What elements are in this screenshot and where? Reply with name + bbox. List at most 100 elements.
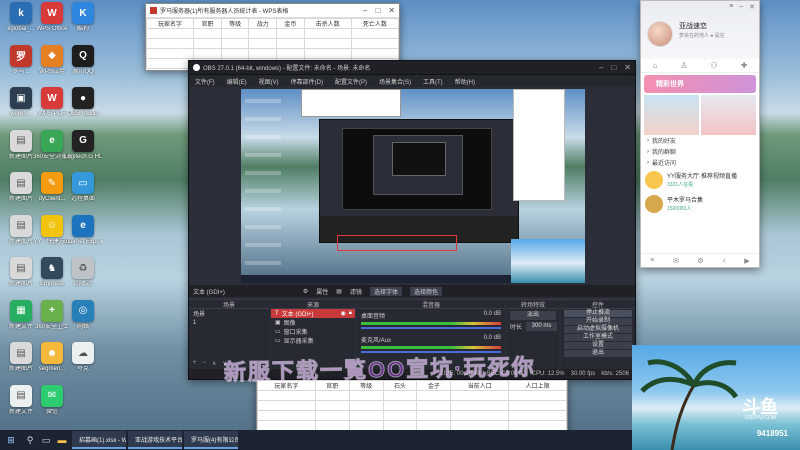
obs-menu-item[interactable]: 视图(V) <box>259 77 279 86</box>
scene-item[interactable]: 1 <box>189 318 269 327</box>
taskbar-app[interactable]: 招募画(1).xlsx - W... <box>72 431 126 449</box>
table-cell[interactable] <box>348 400 384 411</box>
table-cell[interactable] <box>257 410 316 421</box>
desktop-icon[interactable]: ✉ 微信 <box>33 384 71 427</box>
column-header[interactable]: 战力 <box>248 18 278 29</box>
source-item[interactable]: ▭ 显示器采集 <box>271 336 355 345</box>
table-cell[interactable] <box>382 400 418 411</box>
desktop-icon[interactable]: ◎ 网络 <box>64 299 102 342</box>
source-item[interactable]: ▭ 窗口采集 <box>271 327 355 336</box>
music-icon[interactable]: ♪ <box>722 257 726 264</box>
table-cell[interactable] <box>145 28 195 39</box>
table-cell[interactable] <box>220 28 250 39</box>
table-cell[interactable] <box>276 28 305 39</box>
font-button[interactable]: 选择字体 <box>369 286 402 296</box>
table-cell[interactable] <box>193 38 222 49</box>
table-cell[interactable] <box>193 48 222 59</box>
table-cell[interactable] <box>257 400 316 411</box>
obs-menu-item[interactable]: 文件(F) <box>195 77 215 86</box>
table-cell[interactable] <box>303 38 352 49</box>
table-cell[interactable] <box>220 48 250 59</box>
minimize-icon[interactable]: – <box>739 3 743 11</box>
table-cell[interactable] <box>450 390 510 401</box>
qq-panel[interactable]: ≡ – ✕ 亚战速恋 梦余在的地人 ● 是在 ⌂ ♙ ⚇ ✚ 精彩世界 › 我的好友 › 我的… <box>640 0 760 268</box>
table-cell[interactable] <box>508 400 567 411</box>
table-cell[interactable] <box>416 410 452 421</box>
table-cell[interactable] <box>350 28 400 39</box>
table-cell[interactable] <box>450 420 510 431</box>
stop-streaming-button[interactable]: 停止推流 <box>564 310 632 317</box>
maximize-icon[interactable]: □ <box>375 6 380 15</box>
filter-icon[interactable]: ▤ <box>336 288 342 295</box>
desktop-icon[interactable]: eInternet Explorer <box>64 214 102 257</box>
column-header[interactable]: 金币 <box>276 18 305 29</box>
table-cell[interactable] <box>450 400 510 411</box>
column-header[interactable]: 人口上限 <box>508 380 567 391</box>
column-header[interactable]: 等级 <box>220 18 250 29</box>
camera-icon[interactable]: ▶ <box>744 257 749 265</box>
start-recording-button[interactable]: 开始录制 <box>564 318 632 325</box>
photo-thumbnail[interactable] <box>644 95 699 135</box>
menu-icon[interactable]: ≡ <box>729 3 733 11</box>
column-header[interactable]: 击杀人数 <box>303 18 352 29</box>
remove-scene-icon[interactable]: − <box>203 360 207 367</box>
volume-slider[interactable] <box>361 327 501 329</box>
spreadsheet-titlebar[interactable]: 罗马服务器(1)所有服务器人员统计表 - WPS表格 – □ ✕ <box>146 4 399 18</box>
qq-menu-item[interactable]: › 最近访问 <box>641 157 759 168</box>
obs-menu-item[interactable]: 停靠部件(D) <box>291 77 323 86</box>
table-cell[interactable] <box>248 48 278 59</box>
obs-window[interactable]: OBS 27.0.1 (64-bit, windows) - 配置文件: 未命名… <box>188 60 636 380</box>
table-cell[interactable] <box>248 28 278 39</box>
scene-item[interactable]: 场景 <box>189 309 269 318</box>
table-cell[interactable] <box>276 48 305 59</box>
column-header[interactable]: 官职 <box>193 18 222 29</box>
settings-button[interactable]: 设置 <box>564 342 632 349</box>
table-cell[interactable] <box>257 390 316 401</box>
table-cell[interactable] <box>416 400 452 411</box>
taskbar-app[interactable]: 亚战游戏技术平台 <box>128 431 182 449</box>
column-header[interactable]: 玩家名字 <box>145 18 195 29</box>
desktop-icon[interactable]: K 酷狗 <box>64 2 102 44</box>
group-icon[interactable]: ⚇ <box>711 61 718 70</box>
table-cell[interactable] <box>303 28 352 39</box>
column-header[interactable]: 死亡人数 <box>350 18 400 29</box>
contacts-icon[interactable]: ♙ <box>680 61 687 70</box>
transition-select[interactable]: 淡出 <box>510 311 556 320</box>
eye-icon[interactable]: ◉ <box>341 310 346 317</box>
exit-button[interactable]: 退出 <box>564 350 632 357</box>
search-icon[interactable]: ⚲ <box>22 430 38 450</box>
table-cell[interactable] <box>348 420 384 431</box>
table-cell[interactable] <box>350 48 400 59</box>
minimize-icon[interactable]: – <box>363 6 367 15</box>
desktop-icon[interactable]: GLogitech G HUB <box>64 129 102 172</box>
filters-button[interactable]: 滤镜 <box>350 287 362 296</box>
maximize-icon[interactable]: □ <box>611 63 616 72</box>
source-item[interactable]: ▣ 图像 <box>271 318 355 327</box>
taskbar-app[interactable]: 罗马服(4)有限公司... <box>184 431 238 449</box>
gear-icon[interactable]: ⚙ <box>303 288 308 295</box>
desktop-icon[interactable]: ● OBS Studio <box>64 87 102 129</box>
photo-thumbnail[interactable] <box>701 95 756 135</box>
file-explorer-icon[interactable]: ▬ <box>54 430 70 450</box>
source-item[interactable]: T 文本 (GDI+) ◉ 🔒︎ <box>271 309 355 318</box>
table-cell[interactable] <box>257 420 316 431</box>
lock-icon[interactable]: 🔒︎ <box>349 310 352 317</box>
table-cell[interactable] <box>314 420 350 431</box>
desktop-icon[interactable]: ▭ 远程桌面 <box>64 172 102 214</box>
close-icon[interactable]: ✕ <box>388 6 395 15</box>
table-cell[interactable] <box>220 38 250 49</box>
table-cell[interactable] <box>145 48 195 59</box>
close-icon[interactable]: ✕ <box>624 63 631 72</box>
color-button[interactable]: 选择颜色 <box>409 286 442 296</box>
obs-menu-item[interactable]: 配置文件(P) <box>335 77 367 86</box>
table-cell[interactable] <box>314 390 350 401</box>
qq-contact[interactable]: YY服务大厅·推荐视频直播 3331人在看 <box>641 168 759 192</box>
obs-menu-item[interactable]: 编辑(E) <box>227 77 247 86</box>
task-view-icon[interactable]: ▭ <box>38 430 54 450</box>
table-cell[interactable] <box>348 390 384 401</box>
obs-menu-item[interactable]: 帮助(H) <box>455 77 475 86</box>
qq-menu-item[interactable]: › 我的好友 <box>641 135 759 146</box>
table-cell[interactable] <box>416 420 452 431</box>
obs-menu-item[interactable]: 工具(T) <box>423 77 443 86</box>
apps-icon[interactable]: ✚ <box>741 61 748 70</box>
